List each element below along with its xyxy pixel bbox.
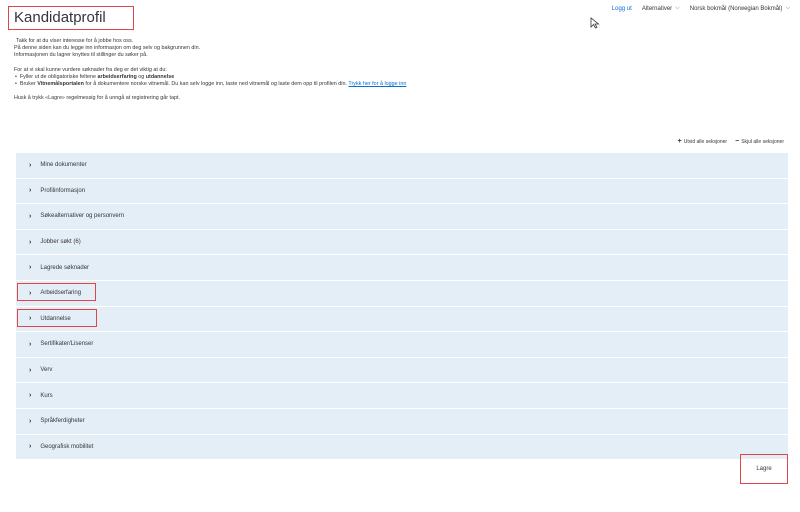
- section-label: Lagrede søknader: [40, 264, 90, 271]
- chevron-right-icon: ›: [29, 443, 32, 451]
- logout-link[interactable]: Logg ut: [612, 6, 632, 12]
- chevron-down-icon: ⌵: [785, 5, 790, 11]
- chevron-right-icon: ›: [29, 212, 32, 220]
- utdannelse-highlight: [17, 309, 97, 327]
- chevron-right-icon: ›: [29, 238, 32, 246]
- arbeidserfaring-highlight: [17, 283, 96, 301]
- chevron-right-icon: ›: [29, 366, 32, 374]
- intro-line: Informasjonen du lagrer knyttes til stil…: [14, 52, 148, 59]
- expand-all-button[interactable]: + Utvid alle seksjoner: [678, 138, 727, 145]
- section-geografisk-mobilitet[interactable]: › Geografisk mobilitet: [16, 434, 788, 461]
- section-kurs[interactable]: › Kurs: [16, 383, 788, 409]
- section-label: Jobber søkt (6): [40, 239, 81, 246]
- intro-bullet: • Fyller ut de obligatoriske feltene arb…: [15, 73, 175, 80]
- intro-line: For at vi skal kunne vurdere søknader fr…: [14, 66, 167, 73]
- top-bar: Logg ut Alternativer ⌵ Norsk bokmål (Nor…: [612, 5, 790, 12]
- section-label: Søkealternativer og personvern: [40, 213, 125, 220]
- page-title: Kandidatprofil: [14, 9, 106, 26]
- chevron-right-icon: ›: [29, 392, 32, 400]
- chevron-right-icon: ›: [29, 264, 32, 272]
- plus-icon: +: [677, 138, 682, 145]
- section-arbeidserfaring[interactable]: › Arbeidserfaring: [16, 280, 788, 307]
- section-label: Profilinformasjon: [40, 187, 86, 194]
- expand-collapse-bar: + Utvid alle seksjoner − Skjul alle seksjo…: [678, 138, 784, 145]
- section-mine-dokumenter[interactable]: › Mine dokumenter: [16, 153, 788, 179]
- bullet-text: og: [136, 73, 146, 80]
- language-menu[interactable]: Norsk bokmål (Norwegian Bokmål) ⌵: [690, 5, 790, 12]
- mouse-cursor-icon: [590, 17, 600, 29]
- section-label: Mine dokumenter: [40, 162, 87, 169]
- intro-text: Takk for at du viser interesse for å job…: [14, 38, 534, 102]
- bullet-text: Fyller ut de obligatoriske feltene: [19, 73, 98, 80]
- alternatives-label: Alternativer: [641, 5, 673, 12]
- section-sokealternativer[interactable]: › Søkealternativer og personvern: [16, 204, 788, 230]
- bullet-bold: Vitnemålsportalen: [37, 81, 84, 88]
- section-jobber-sokt[interactable]: › Jobber søkt (6): [16, 229, 788, 256]
- chevron-right-icon: ›: [29, 340, 32, 348]
- section-sertifikater[interactable]: › Sertifikater/Lisenser: [16, 332, 788, 358]
- intro-line: Husk å trykk «Lagre» regelmessig for å u…: [14, 95, 180, 102]
- collapse-all-button[interactable]: − Skjul alle seksjoner: [735, 138, 784, 145]
- expand-all-label: Utvid alle seksjoner: [683, 139, 728, 145]
- section-utdannelse[interactable]: › Utdannelse: [16, 306, 788, 333]
- language-label: Norsk bokmål (Norwegian Bokmål): [689, 5, 783, 12]
- section-label: Geografisk mobilitet: [40, 443, 94, 450]
- bullet-text: for å dokumentere norske vitnemål. Du ka…: [83, 81, 349, 88]
- section-label: Sertifikater/Lisenser: [40, 341, 94, 348]
- sections-list: › Mine dokumenter › Profilinformasjon › Søk…: [16, 153, 788, 461]
- intro-bullet: • Bruker Vitnemålsportalen for å dokumen…: [15, 81, 407, 88]
- section-verv[interactable]: › Verv: [16, 357, 788, 384]
- save-button[interactable]: Lagre: [745, 459, 783, 479]
- section-label: Kurs: [40, 392, 53, 399]
- bullet-text: Bruker: [19, 81, 38, 88]
- section-label: Språkferdigheter: [40, 418, 85, 425]
- bullet-bold: arbeidserfaring: [97, 73, 137, 80]
- login-link[interactable]: Trykk her for å logge inn: [348, 81, 406, 87]
- section-profilinformasjon[interactable]: › Profilinformasjon: [16, 178, 788, 205]
- bullet-bold: utdannelse: [145, 73, 175, 80]
- chevron-right-icon: ›: [29, 161, 32, 169]
- chevron-right-icon: ›: [29, 417, 32, 425]
- collapse-all-label: Skjul alle seksjoner: [741, 139, 784, 145]
- section-sprakferdigheter[interactable]: › Språkferdigheter: [16, 408, 788, 435]
- section-lagrede-soknader[interactable]: › Lagrede søknader: [16, 255, 788, 281]
- chevron-right-icon: ›: [29, 187, 32, 195]
- alternatives-menu[interactable]: Alternativer ⌵: [642, 5, 680, 12]
- chevron-down-icon: ⌵: [675, 5, 680, 11]
- section-label: Verv: [40, 367, 53, 374]
- minus-icon: −: [735, 138, 740, 145]
